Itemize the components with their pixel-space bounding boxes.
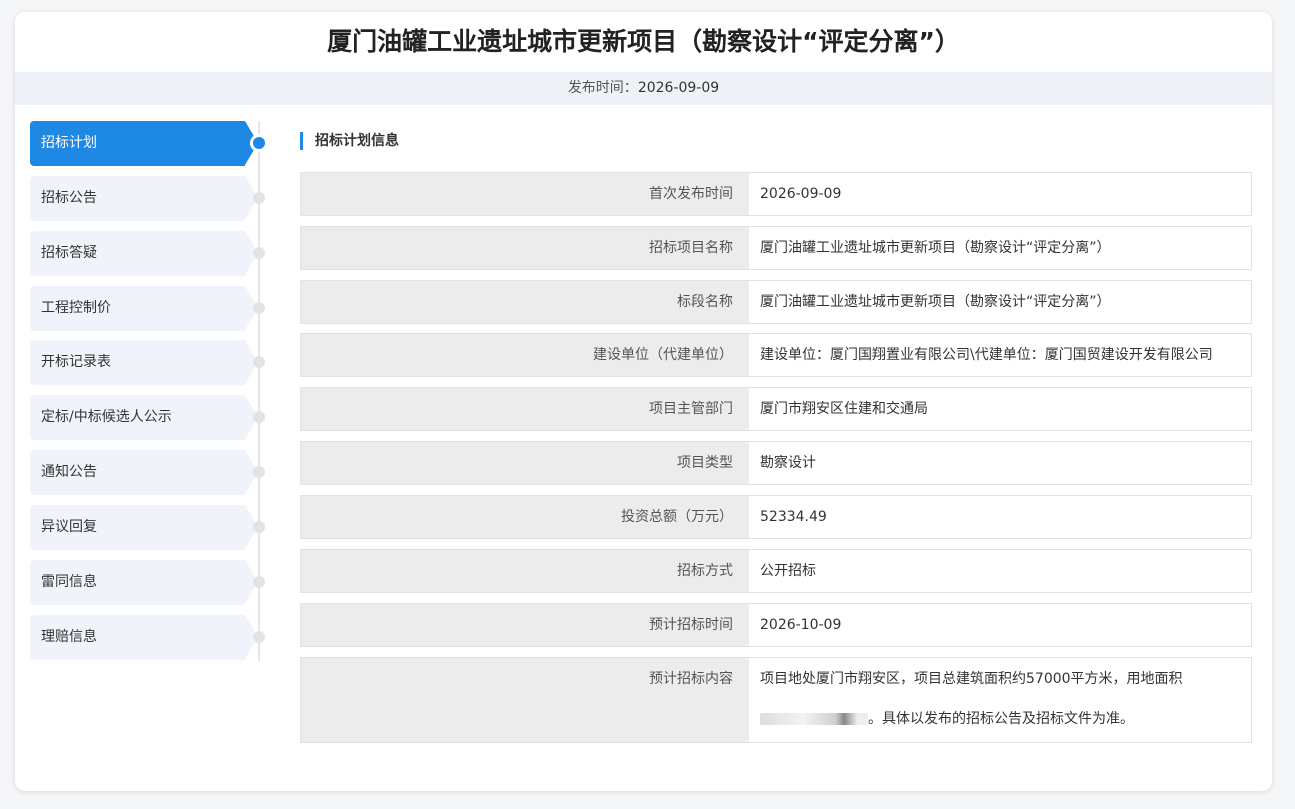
- row-key: 建设单位（代建单位）: [301, 334, 749, 376]
- page-title: 厦门油罐工业遗址城市更新项目（勘察设计“评定分离”）: [327, 27, 960, 56]
- row-value: 52334.49: [760, 509, 827, 525]
- sidebar-item-bid-notice[interactable]: 招标公告: [30, 176, 258, 221]
- sidebar-item-label: 通知公告: [41, 464, 97, 480]
- sidebar-item-label: 招标公告: [41, 190, 97, 206]
- timeline-dot-active: [253, 137, 265, 149]
- redacted-blur: [760, 713, 868, 725]
- row-value: 勘察设计: [760, 455, 816, 471]
- timeline-dot: [253, 576, 265, 588]
- table-row: 首次发布时间 2026-09-09: [300, 172, 1252, 216]
- row-value: 2026-10-09: [760, 617, 842, 633]
- row-key: 项目类型: [301, 442, 749, 484]
- row-value: 项目地处厦门市翔安区，项目总建筑面积约57000平方米，用地面积 。具体以发布的…: [749, 658, 1251, 728]
- table-row: 招标方式 公开招标: [300, 549, 1252, 593]
- publish-label: 发布时间：: [567, 80, 638, 96]
- sidebar-nav: 招标计划 招标公告 招标答疑 工程控制价 开标记录表 定标/中标候选人公示 通知…: [30, 121, 270, 661]
- sidebar-item-notifications[interactable]: 通知公告: [30, 450, 258, 495]
- publish-bar: 发布时间：2026-09-09: [15, 72, 1272, 105]
- timeline-dot: [253, 356, 265, 368]
- sidebar-item-opening-record[interactable]: 开标记录表: [30, 340, 258, 385]
- sidebar-item-label: 理赔信息: [41, 629, 97, 645]
- table-row: 项目类型 勘察设计: [300, 441, 1252, 485]
- sidebar-item-claim-info[interactable]: 理赔信息: [30, 615, 258, 660]
- row-key: 项目主管部门: [301, 388, 749, 430]
- table-row: 标段名称 厦门油罐工业遗址城市更新项目（勘察设计“评定分离”）: [300, 280, 1252, 324]
- row-key: 投资总额（万元）: [301, 496, 749, 538]
- sidebar-item-label: 异议回复: [41, 519, 97, 535]
- sidebar-item-bid-plan[interactable]: 招标计划: [30, 121, 258, 166]
- timeline-dot: [253, 247, 265, 259]
- timeline-dot: [253, 466, 265, 478]
- sidebar-item-label: 定标/中标候选人公示: [41, 409, 172, 425]
- sidebar-item-label: 开标记录表: [41, 354, 111, 370]
- page-card: 厦门油罐工业遗址城市更新项目（勘察设计“评定分离”） 发布时间：2026-09-…: [15, 12, 1272, 791]
- row-value: 2026-09-09: [760, 186, 842, 202]
- row-value: 厦门油罐工业遗址城市更新项目（勘察设计“评定分离”）: [760, 240, 1111, 256]
- timeline-dot: [253, 521, 265, 533]
- table-row: 预计招标时间 2026-10-09: [300, 603, 1252, 647]
- row-value: 公开招标: [760, 563, 816, 579]
- row-value: 建设单位：厦门国翔置业有限公司\代建单位：厦门国贸建设开发有限公司: [760, 347, 1213, 363]
- publish-date: 2026-09-09: [637, 80, 720, 96]
- sidebar-item-duplicate-info[interactable]: 雷同信息: [30, 560, 258, 605]
- timeline-dot: [253, 411, 265, 423]
- timeline-dot: [253, 631, 265, 643]
- row-key: 预计招标时间: [301, 604, 749, 646]
- content-line-1: 项目地处厦门市翔安区，项目总建筑面积约57000平方米，用地面积: [760, 671, 1183, 687]
- timeline-dot: [253, 302, 265, 314]
- timeline-dot: [253, 192, 265, 204]
- row-key: 预计招标内容: [301, 658, 749, 742]
- sidebar-item-control-price[interactable]: 工程控制价: [30, 286, 258, 331]
- row-key: 招标项目名称: [301, 227, 749, 269]
- sidebar-item-label: 雷同信息: [41, 574, 97, 590]
- table-row: 项目主管部门 厦门市翔安区住建和交通局: [300, 387, 1252, 431]
- row-key: 标段名称: [301, 281, 749, 323]
- sidebar-item-candidate-notice[interactable]: 定标/中标候选人公示: [30, 395, 258, 440]
- content-line-2-text: 。具体以发布的招标公告及招标文件为准。: [868, 711, 1134, 727]
- row-key: 首次发布时间: [301, 173, 749, 215]
- row-value: 厦门油罐工业遗址城市更新项目（勘察设计“评定分离”）: [760, 294, 1111, 310]
- table-row: 招标项目名称 厦门油罐工业遗址城市更新项目（勘察设计“评定分离”）: [300, 226, 1252, 270]
- content-line-2: 。具体以发布的招标公告及招标文件为准。: [760, 710, 1251, 728]
- row-key: 招标方式: [301, 550, 749, 592]
- sidebar-item-objection-reply[interactable]: 异议回复: [30, 505, 258, 550]
- table-row: 投资总额（万元） 52334.49: [300, 495, 1252, 539]
- sidebar-item-label: 招标答疑: [41, 245, 97, 261]
- table-row: 预计招标内容 项目地处厦门市翔安区，项目总建筑面积约57000平方米，用地面积 …: [300, 657, 1252, 743]
- sidebar-item-bid-qa[interactable]: 招标答疑: [30, 231, 258, 276]
- row-value: 厦门市翔安区住建和交通局: [760, 401, 928, 417]
- sidebar-item-label: 工程控制价: [41, 300, 111, 316]
- sidebar-item-label: 招标计划: [41, 135, 97, 151]
- table-row: 建设单位（代建单位） 建设单位：厦门国翔置业有限公司\代建单位：厦门国贸建设开发…: [300, 333, 1252, 377]
- section-title: 招标计划信息: [300, 132, 399, 150]
